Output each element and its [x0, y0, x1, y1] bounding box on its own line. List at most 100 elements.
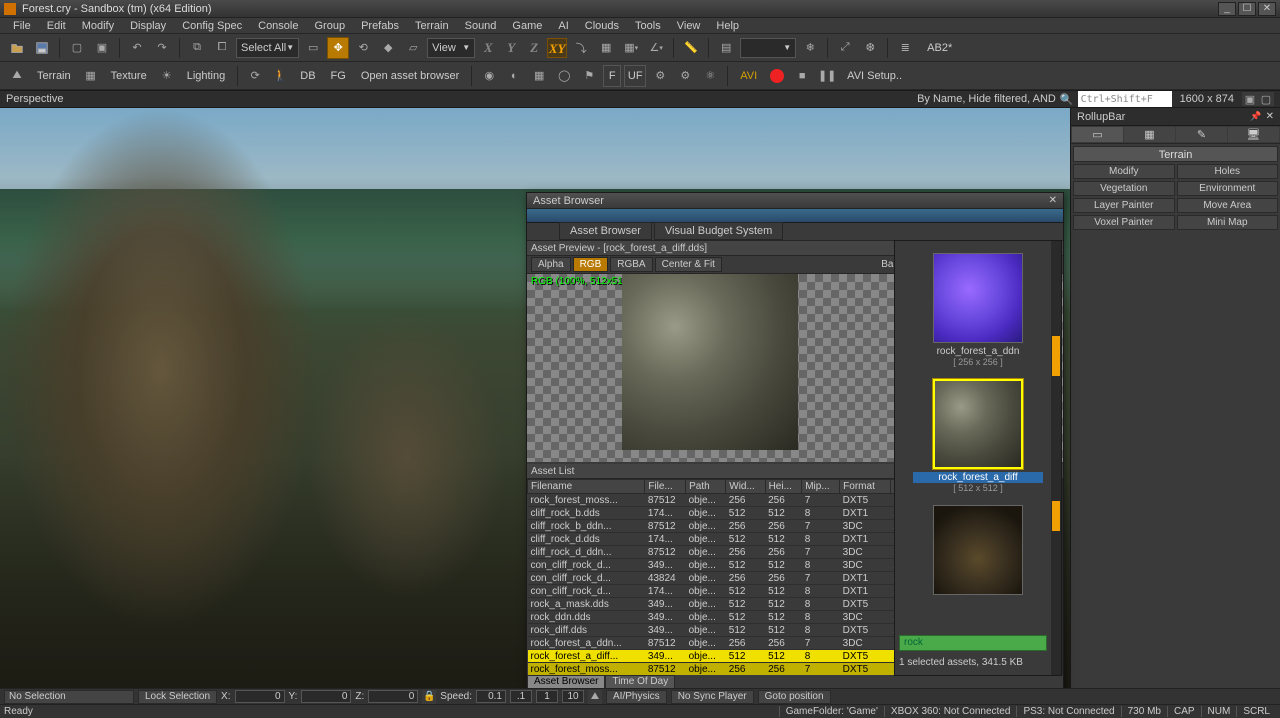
f-button[interactable]: F [603, 65, 621, 87]
goto-sel-icon[interactable]: ⤢ [834, 37, 856, 59]
angle-snap-icon[interactable]: ∠▾ [645, 37, 667, 59]
stop-button[interactable]: ■ [791, 65, 813, 87]
col-mip[interactable]: Mip... [802, 480, 840, 494]
terrain-tool-icon[interactable]: ⛰ [6, 65, 28, 87]
mode-rgb[interactable]: RGB [573, 257, 609, 272]
terrain-btn-modify[interactable]: Modify [1073, 164, 1175, 179]
menu-file[interactable]: File [6, 20, 38, 32]
open-asset-browser[interactable]: Open asset browser [355, 65, 465, 87]
move-icon[interactable]: ✥ [327, 37, 349, 59]
hold-icon[interactable]: ▣ [91, 37, 113, 59]
mode-rgba[interactable]: RGBA [610, 257, 652, 272]
link-icon[interactable]: ⧉ [186, 37, 208, 59]
tab-asset-browser[interactable]: Asset Browser [559, 222, 652, 240]
thumb-search-input[interactable]: rock [899, 635, 1047, 651]
vp-opt1-icon[interactable]: ▣ [1242, 92, 1258, 106]
x-input[interactable]: 0 [235, 690, 285, 703]
thumb-item-1[interactable]: rock_forest_a_ddn [ 256 x 256 ] [913, 253, 1043, 367]
ai-point-icon[interactable]: ◯ [553, 65, 575, 87]
vp-opt2-icon[interactable]: ▢ [1258, 92, 1274, 106]
axis-x[interactable]: X [478, 38, 498, 58]
layers-combo[interactable]: ▼ [740, 38, 796, 58]
rollup-tab-1[interactable]: ▭ [1072, 127, 1123, 142]
redo-icon[interactable]: ↷ [151, 37, 173, 59]
terrain-btn-move-area[interactable]: Move Area [1177, 198, 1279, 213]
lock-selection[interactable]: Lock Selection [138, 690, 217, 704]
menu-prefabs[interactable]: Prefabs [354, 20, 406, 32]
col-hei[interactable]: Hei... [765, 480, 802, 494]
terrain-btn-holes[interactable]: Holes [1177, 164, 1279, 179]
select-terrain-icon[interactable]: ▱ [402, 37, 424, 59]
ai-grid-icon[interactable]: ▦ [528, 65, 550, 87]
rollup-tab-3[interactable]: ✎ [1176, 127, 1227, 142]
viewport-search-input[interactable]: Ctrl+Shift+F [1078, 91, 1172, 107]
freeze-sel-icon[interactable]: ❆ [859, 37, 881, 59]
gear1-icon[interactable]: ⚙ [649, 65, 671, 87]
rollup-pin-icon[interactable]: 📌 [1250, 111, 1261, 122]
uf-button[interactable]: UF [624, 65, 646, 87]
menu-view[interactable]: View [670, 20, 708, 32]
terrain-collision-icon[interactable]: ⛰ [588, 690, 602, 704]
mode-alpha[interactable]: Alpha [531, 257, 571, 272]
col-file[interactable]: File... [645, 480, 686, 494]
tab-visual-budget[interactable]: Visual Budget System [654, 222, 783, 240]
lighting-label[interactable]: Lighting [181, 65, 232, 87]
terrain-btn-voxel-painter[interactable]: Voxel Painter [1073, 215, 1175, 230]
menu-modify[interactable]: Modify [75, 20, 121, 32]
col-path[interactable]: Path [686, 480, 726, 494]
thumb-scrollbar[interactable] [1051, 241, 1061, 675]
menu-tools[interactable]: Tools [628, 20, 668, 32]
col-wid[interactable]: Wid... [726, 480, 765, 494]
terrain-btn-mini-map[interactable]: Mini Map [1177, 215, 1279, 230]
menu-edit[interactable]: Edit [40, 20, 73, 32]
menu-console[interactable]: Console [251, 20, 305, 32]
goto-button[interactable]: Goto position [758, 690, 831, 704]
layers-stack-icon[interactable]: ≣ [894, 37, 916, 59]
viewport-label[interactable]: Perspective [6, 93, 63, 105]
reload-scripts-icon[interactable]: ⟳ [244, 65, 266, 87]
thumb-item-3[interactable] [913, 505, 1043, 595]
speed-p2[interactable]: 1 [536, 690, 558, 703]
z-input[interactable]: 0 [368, 690, 418, 703]
gear2-icon[interactable]: ⚙ [674, 65, 696, 87]
undo-icon[interactable]: ↶ [126, 37, 148, 59]
axis-y[interactable]: Y [501, 38, 521, 58]
nosync-button[interactable]: No Sync Player [671, 690, 754, 704]
maximize-button[interactable]: ☐ [1238, 2, 1256, 16]
rotate-icon[interactable]: ⟲ [352, 37, 374, 59]
menu-help[interactable]: Help [709, 20, 746, 32]
export-icon[interactable]: ▢ [66, 37, 88, 59]
mode-center[interactable]: Center & Fit [655, 257, 722, 272]
ruler-icon[interactable]: 📏 [680, 37, 702, 59]
minimize-button[interactable]: _ [1218, 2, 1236, 16]
col-format[interactable]: Format [840, 480, 891, 494]
ai-spawn-icon[interactable]: ⚑ [578, 65, 600, 87]
thumb-strip[interactable]: rock_forest_a_ddn [ 256 x 256 ] rock_for… [894, 240, 1062, 676]
grid-snap-icon[interactable]: ▦▾ [620, 37, 642, 59]
menu-game[interactable]: Game [505, 20, 549, 32]
menu-sound[interactable]: Sound [458, 20, 504, 32]
texture-tool-icon[interactable]: ▦ [80, 65, 102, 87]
ab-label[interactable]: AB2* [919, 37, 960, 59]
terrain-btn-layer-painter[interactable]: Layer Painter [1073, 198, 1175, 213]
layers-icon[interactable]: ▤ [715, 37, 737, 59]
fg-button[interactable]: FG [325, 65, 352, 87]
axis-z[interactable]: Z [524, 38, 544, 58]
lighting-tool-icon[interactable]: ☀ [156, 65, 178, 87]
rollup-close-icon[interactable]: ✕ [1266, 111, 1274, 122]
terrain-btn-environment[interactable]: Environment [1177, 181, 1279, 196]
col-filename[interactable]: Filename [528, 480, 645, 494]
layer-freeze-icon[interactable]: ❄ [799, 37, 821, 59]
menu-config-spec[interactable]: Config Spec [175, 20, 249, 32]
ref-coord-combo[interactable]: View▼ [427, 38, 475, 58]
character-icon[interactable]: 🚶 [269, 65, 291, 87]
select-icon[interactable]: ▭ [302, 37, 324, 59]
speed-p3[interactable]: 10 [562, 690, 584, 703]
texture-label[interactable]: Texture [105, 65, 153, 87]
menu-ai[interactable]: AI [551, 20, 575, 32]
open-icon[interactable] [6, 37, 28, 59]
menu-clouds[interactable]: Clouds [578, 20, 626, 32]
unlink-icon[interactable]: ⧠ [211, 37, 233, 59]
menu-display[interactable]: Display [123, 20, 173, 32]
record-button[interactable] [766, 65, 788, 87]
